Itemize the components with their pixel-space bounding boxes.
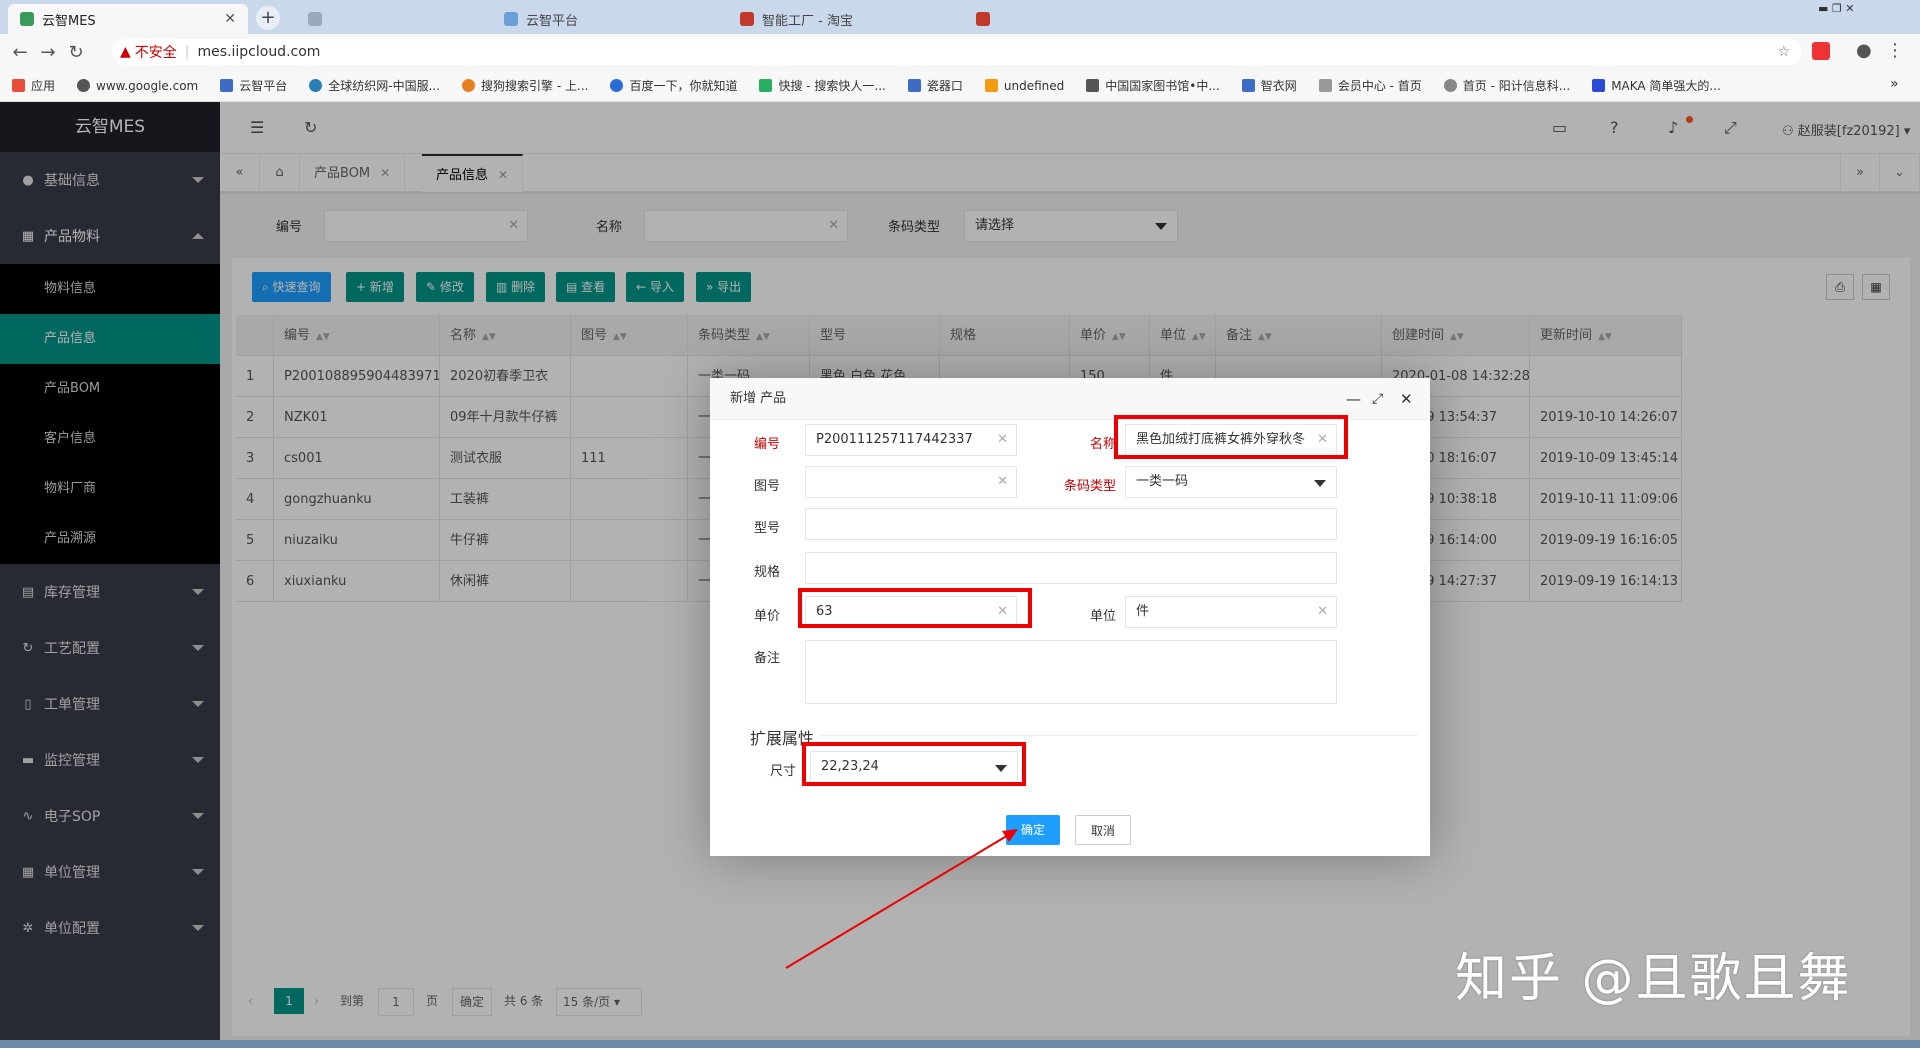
os-taskbar	[0, 1040, 1920, 1048]
watermark: 知乎 @且歌且舞	[1455, 949, 1852, 1009]
annotation-arrow	[785, 829, 1018, 969]
